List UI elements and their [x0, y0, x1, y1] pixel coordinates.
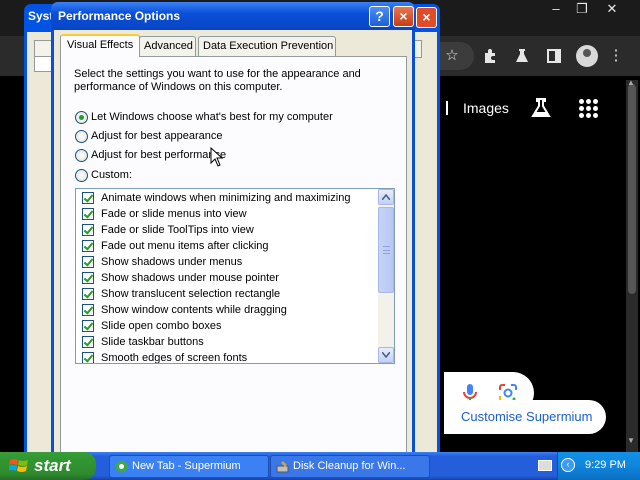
effect-label: Show shadows under menus [101, 256, 243, 268]
taskbar-item-new-tab[interactable]: New Tab - Supermium [109, 455, 269, 478]
chevron-down-icon [382, 352, 390, 358]
minimize-icon[interactable]: – [544, 0, 568, 20]
checkbox-checked[interactable] [82, 272, 94, 284]
supermium-icon [115, 460, 128, 473]
profile-avatar[interactable] [576, 45, 598, 67]
bookmark-star-icon[interactable]: ☆ [440, 44, 464, 68]
taskbar-item-label: New Tab - Supermium [132, 460, 241, 472]
radio-label: Adjust for best performance [91, 149, 227, 161]
side-panel-icon[interactable] [542, 44, 566, 68]
effects-checklist[interactable]: Animate windows when minimizing and maxi… [75, 188, 395, 364]
tray-expand-icon[interactable]: ‹ [561, 458, 575, 472]
checkbox-checked[interactable] [82, 336, 94, 348]
effect-label: Animate windows when minimizing and maxi… [101, 192, 351, 204]
effect-item[interactable]: Show shadows under mouse pointer [82, 270, 279, 286]
effect-item[interactable]: Fade out menu items after clicking [82, 238, 269, 254]
checkbox-checked[interactable] [82, 304, 94, 316]
effect-label: Show window contents while dragging [101, 304, 287, 316]
radio-best-appearance[interactable]: Adjust for best appearance [75, 128, 222, 144]
dialog-titlebar[interactable]: Performance Options ? × [51, 2, 415, 30]
effect-item[interactable]: Fade or slide menus into view [82, 206, 247, 222]
system-properties-title: Syst [28, 9, 54, 23]
effect-item[interactable]: Show window contents while dragging [82, 302, 287, 318]
checkbox-checked[interactable] [82, 192, 94, 204]
effect-item[interactable]: Slide taskbar buttons [82, 334, 204, 350]
checkbox-checked[interactable] [82, 256, 94, 268]
tab-visual-effects[interactable]: Visual Effects [60, 34, 141, 57]
tab-data-execution-prevention[interactable]: Data Execution Prevention [198, 36, 336, 56]
checkbox-checked[interactable] [82, 288, 94, 300]
taskbar-item-label: Disk Cleanup for Win... [293, 460, 406, 472]
scroll-grip-icon [383, 246, 390, 254]
system-properties-close-button[interactable]: × [416, 7, 437, 28]
browser-scroll-thumb[interactable] [628, 84, 636, 294]
effects-scrollbar[interactable] [378, 189, 394, 363]
scroll-thumb[interactable] [378, 207, 394, 293]
menu-kebab-icon[interactable]: ⋮ [604, 44, 628, 68]
extensions-icon[interactable] [478, 44, 502, 68]
effect-label: Fade or slide menus into view [101, 208, 247, 220]
radio-label: Adjust for best appearance [91, 130, 223, 142]
effect-item[interactable]: Show translucent selection rectangle [82, 286, 280, 302]
checkbox-checked[interactable] [82, 352, 94, 363]
radio-label: Custom: [91, 169, 132, 181]
effect-label: Smooth edges of screen fonts [101, 352, 248, 364]
system-properties-panel-edge [34, 56, 52, 72]
radio-button[interactable] [75, 148, 88, 162]
tab-advanced[interactable]: Advanced [139, 36, 196, 56]
desktop: – ❐ ✕ ☆ ⋮ Images Customise Supermium ▲ ▼… [0, 0, 640, 480]
scroll-down-arrow-icon[interactable]: ▼ [627, 436, 635, 445]
scroll-up-button[interactable] [378, 189, 394, 205]
images-link[interactable]: Images [463, 100, 509, 116]
radio-button[interactable] [75, 129, 88, 143]
dialog-title: Performance Options [58, 9, 181, 23]
checkbox-checked[interactable] [82, 240, 94, 252]
radio-button-selected[interactable] [75, 110, 88, 124]
effect-label: Fade out menu items after clicking [101, 240, 269, 252]
taskbar: start New Tab - Supermium Disk Cleanup f… [0, 452, 640, 480]
radio-label: Let Windows choose what's best for my co… [91, 111, 333, 123]
intro-text: Select the settings you want to use for … [74, 68, 361, 93]
keyboard-icon[interactable] [538, 460, 552, 471]
chevron-up-icon [382, 194, 390, 200]
effect-item[interactable]: Show shadows under menus [82, 254, 242, 270]
taskbar-item-disk-cleanup[interactable]: Disk Cleanup for Win... [270, 455, 430, 478]
effect-label: Show shadows under mouse pointer [101, 272, 279, 284]
scroll-down-button[interactable] [378, 347, 394, 363]
effect-label: Show translucent selection rectangle [101, 288, 281, 300]
browser-close-icon[interactable]: ✕ [600, 0, 624, 20]
effect-label: Slide open combo boxes [101, 320, 222, 332]
start-button[interactable]: start [0, 452, 96, 480]
checkbox-checked[interactable] [82, 320, 94, 332]
clock[interactable]: 9:29 PM [585, 459, 626, 471]
radio-best-performance[interactable]: Adjust for best performance [75, 147, 226, 163]
labs-icon[interactable] [529, 96, 553, 120]
effect-item[interactable]: Animate windows when minimizing and maxi… [82, 190, 350, 206]
restore-icon[interactable]: ❐ [570, 0, 594, 20]
radio-button[interactable] [75, 168, 88, 182]
apps-grid-icon[interactable] [578, 98, 600, 120]
scroll-up-arrow-icon[interactable]: ▲ [627, 78, 635, 87]
customise-button[interactable]: Customise Supermium [444, 400, 606, 434]
help-button[interactable]: ? [369, 6, 390, 27]
effect-item[interactable]: Smooth edges of screen fonts [82, 350, 248, 364]
windows-flag-icon [9, 459, 28, 472]
checkbox-checked[interactable] [82, 224, 94, 236]
mouse-pointer-icon [210, 147, 224, 167]
effect-item[interactable]: Slide open combo boxes [82, 318, 221, 334]
radio-custom[interactable]: Custom: [75, 167, 132, 183]
labs-flask-icon[interactable] [510, 44, 534, 68]
start-label: start [34, 456, 71, 475]
effect-label: Slide taskbar buttons [101, 336, 204, 348]
effect-label: Fade or slide ToolTips into view [101, 224, 254, 236]
close-button[interactable]: × [393, 6, 414, 27]
effect-item[interactable]: Fade or slide ToolTips into view [82, 222, 254, 238]
radio-let-windows-choose[interactable]: Let Windows choose what's best for my co… [75, 109, 333, 125]
checkbox-checked[interactable] [82, 208, 94, 220]
link-separator [446, 101, 448, 115]
disk-cleanup-icon [276, 461, 289, 473]
